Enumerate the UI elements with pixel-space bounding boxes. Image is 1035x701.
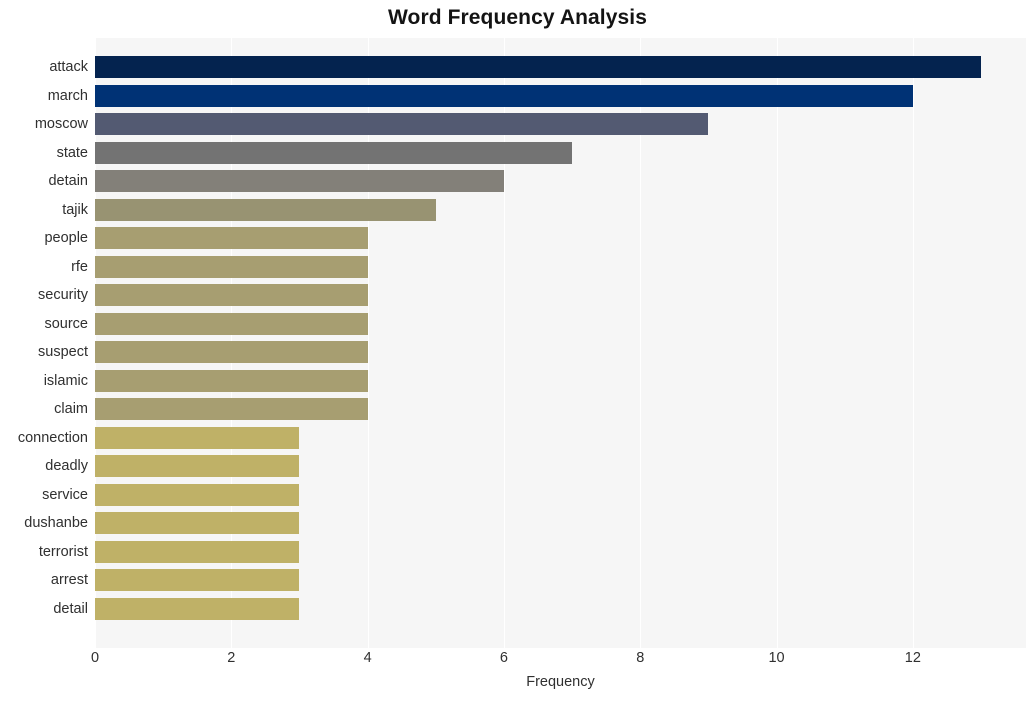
x-axis-tick-label: 8 [636, 650, 645, 666]
y-axis-tick-label: security [38, 287, 88, 304]
y-axis-tick-label: rfe [71, 258, 88, 275]
y-axis-tick-label: people [44, 230, 88, 247]
bar-row [95, 110, 1026, 139]
x-axis-tick-label: 0 [90, 650, 100, 666]
y-axis-tick-label: deadly [45, 458, 88, 475]
y-axis-tick-label: march [47, 87, 88, 104]
bar [95, 170, 504, 193]
x-axis-tick-labels: 0 2 4 6 8 10 12 [91, 650, 1026, 672]
bar [95, 341, 368, 364]
y-axis-tick-label: arrest [50, 572, 88, 589]
bar [95, 455, 300, 478]
y-axis-tick-label: islamic [43, 372, 88, 389]
bar-row [95, 509, 1026, 538]
bar [95, 569, 300, 592]
x-axis-tick-label: 4 [363, 650, 372, 666]
y-axis-tick-label: service [42, 486, 88, 503]
bar [95, 369, 368, 392]
bar [95, 84, 913, 107]
x-axis-title: Frequency [526, 674, 595, 690]
y-axis-tick-label: state [56, 144, 88, 161]
y-axis-tick-label: suspect [38, 344, 88, 361]
bar [95, 113, 709, 136]
bar-row [95, 281, 1026, 310]
bar-row [95, 424, 1026, 453]
bar-row [95, 395, 1026, 424]
y-axis-tick-label: attack [49, 59, 88, 75]
bar [95, 198, 436, 221]
y-axis-tick-label: source [44, 315, 88, 332]
bar [95, 540, 300, 563]
bar [95, 227, 368, 250]
x-axis-tick-label: 12 [904, 650, 921, 666]
bar-row [95, 167, 1026, 196]
bar [95, 483, 300, 506]
y-axis-tick-label: moscow [34, 116, 88, 132]
bar-row [95, 82, 1026, 111]
bar-row [95, 338, 1026, 367]
y-axis-tick-label: claim [54, 401, 88, 418]
bar [95, 426, 300, 449]
y-axis-tick-label: detain [48, 173, 88, 190]
bar-row [95, 367, 1026, 396]
plot-area [95, 38, 1026, 648]
bar-row [95, 196, 1026, 225]
bar-row [95, 538, 1026, 567]
y-axis-tick-label: tajik [62, 201, 88, 218]
bar-row [95, 566, 1026, 595]
chart-title: Word Frequency Analysis [387, 6, 648, 29]
bar-row [95, 139, 1026, 168]
bar [95, 597, 300, 620]
bar [95, 141, 573, 164]
y-axis-tick-label: detail [53, 600, 88, 617]
y-axis-tick-label: dushanbe [24, 515, 88, 532]
x-axis-tick-label: 2 [227, 650, 236, 666]
chart-container: Word Frequency Analysis attack march mosco… [0, 0, 1035, 701]
bar [95, 312, 368, 335]
y-axis-tick-label: connection [17, 429, 88, 446]
bar-row [95, 452, 1026, 481]
bar-row [95, 253, 1026, 282]
y-axis-labels: attack march moscow state detain tajik people r… [0, 38, 88, 648]
bar [95, 398, 368, 421]
bar [95, 512, 300, 535]
bar-row [95, 310, 1026, 339]
bar-row [95, 224, 1026, 253]
bar-row [95, 481, 1026, 510]
bar [95, 56, 982, 79]
x-axis-tick-label: 6 [499, 650, 508, 666]
bar [95, 255, 368, 278]
x-axis-tick-label: 10 [768, 650, 785, 666]
bar-row [95, 595, 1026, 624]
bar-row [95, 53, 1026, 82]
y-axis-tick-label: terrorist [38, 543, 88, 560]
bar [95, 284, 368, 307]
